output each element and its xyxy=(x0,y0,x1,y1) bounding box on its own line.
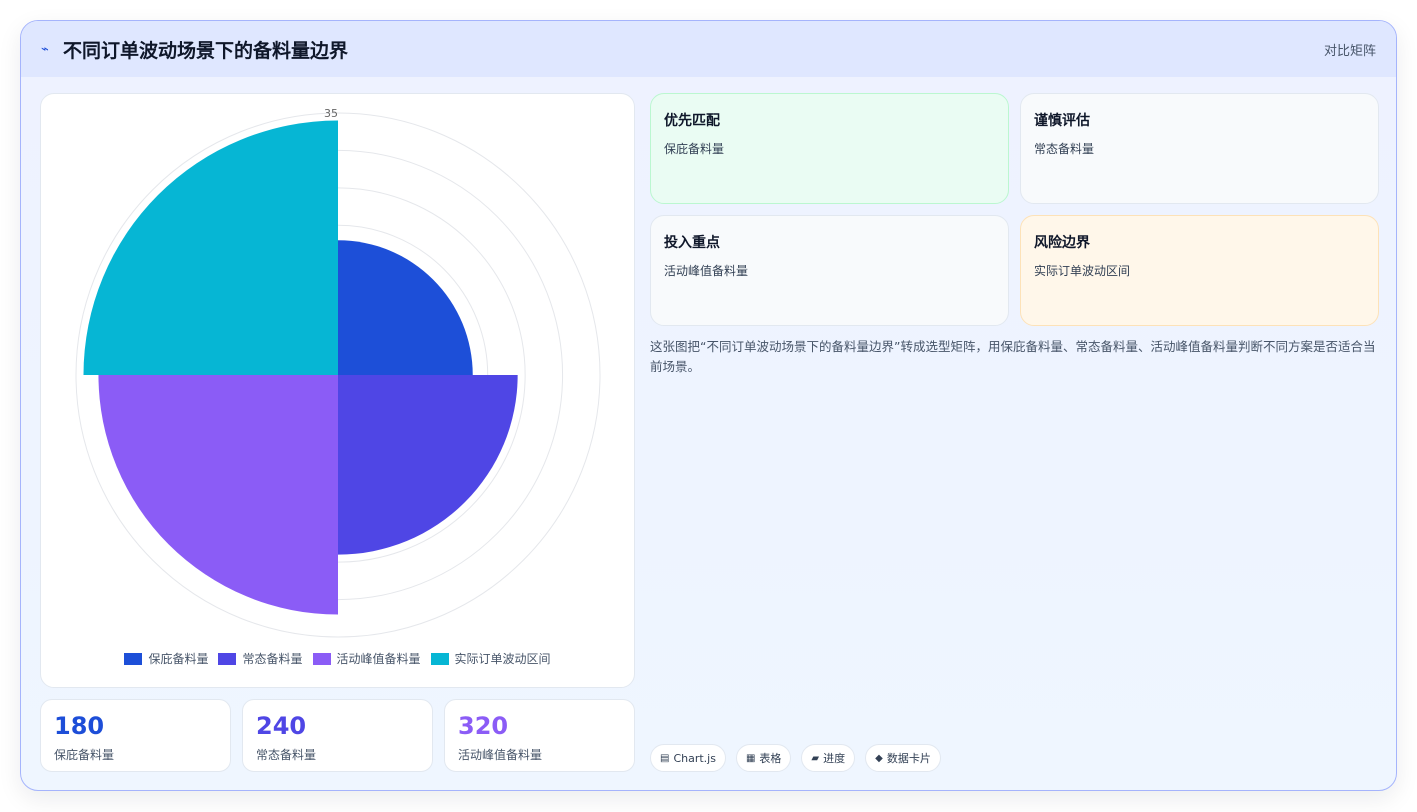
tag-progress[interactable]: ▰ 进度 xyxy=(801,744,856,772)
chart-description: 这张图把“不同订单波动场景下的备料量边界”转成选型矩阵，用保庇备料量、常态备料量… xyxy=(650,339,1376,374)
legend-item[interactable]: 常态备料量 xyxy=(218,650,303,667)
header-title-group: ⌁ 不同订单波动场景下的备料量边界 xyxy=(41,36,348,63)
tile-risk-boundary: 风险边界 实际订单波动区间 xyxy=(1020,215,1379,326)
legend-label: 保庇备料量 xyxy=(148,652,209,666)
stat-label: 保庇备料量 xyxy=(54,748,115,762)
stat-card: 180 保庇备料量 xyxy=(40,699,231,772)
stat-card: 240 常态备料量 xyxy=(242,699,433,772)
legend-label: 活动峰值备料量 xyxy=(336,652,421,666)
legend-swatch xyxy=(430,652,449,665)
r-tick-label: 35 xyxy=(324,107,338,120)
stat-label: 活动峰值备料量 xyxy=(458,748,543,762)
legend-swatch xyxy=(312,652,331,665)
tag-list: ▤ Chart.js ▦ 表格 ▰ 进度 ◆ 数据卡片 xyxy=(650,744,941,772)
tile-subtitle: 常态备料量 xyxy=(1034,142,1095,156)
lightning-icon: ⌁ xyxy=(41,41,49,57)
tile-title: 谨慎评估 xyxy=(1034,113,1090,129)
tile-title: 优先匹配 xyxy=(664,113,720,129)
legend-label: 实际订单波动区间 xyxy=(454,652,551,666)
progress-icon: ▰ xyxy=(811,752,820,764)
tile-title: 投入重点 xyxy=(664,235,720,251)
chart-icon: ▤ xyxy=(660,752,670,764)
tile-investment-focus: 投入重点 活动峰值备料量 xyxy=(650,215,1009,326)
card-icon: ◆ xyxy=(875,752,883,764)
page-title: 不同订单波动场景下的备料量边界 xyxy=(63,39,349,62)
chart-legend: 保庇备料量 常态备料量 活动峰值备料量 实际订单波动区间 xyxy=(41,650,634,667)
polar-slice[interactable] xyxy=(98,375,338,615)
tag-label: 进度 xyxy=(823,752,846,765)
legend-item[interactable]: 实际订单波动区间 xyxy=(430,650,551,667)
stat-card: 320 活动峰值备料量 xyxy=(444,699,635,772)
stat-value: 180 xyxy=(54,712,105,740)
tag-label: 表格 xyxy=(759,752,782,765)
stat-value: 320 xyxy=(458,712,509,740)
tag-label: 数据卡片 xyxy=(886,752,931,765)
tag-chartjs[interactable]: ▤ Chart.js xyxy=(650,744,726,772)
matrix-card: ⌁ 不同订单波动场景下的备料量边界 对比矩阵 35302520 保庇备料量 常态… xyxy=(20,20,1397,791)
polar-slice[interactable] xyxy=(338,240,473,375)
polar-slice[interactable] xyxy=(338,375,518,555)
tile-priority-match: 优先匹配 保庇备料量 xyxy=(650,93,1009,204)
tile-subtitle: 活动峰值备料量 xyxy=(664,264,749,278)
tag-table[interactable]: ▦ 表格 xyxy=(735,744,792,772)
table-icon: ▦ xyxy=(745,752,756,764)
legend-label: 常态备料量 xyxy=(242,652,303,666)
polar-area-chart: 35302520 xyxy=(75,107,601,638)
legend-swatch xyxy=(218,652,237,665)
header-right-label[interactable]: 对比矩阵 xyxy=(1324,40,1376,59)
legend-item[interactable]: 活动峰值备料量 xyxy=(312,650,421,667)
tile-title: 风险边界 xyxy=(1034,235,1090,251)
legend-item[interactable]: 保庇备料量 xyxy=(124,650,208,667)
tag-label: Chart.js xyxy=(673,751,716,765)
tile-careful-eval: 谨慎评估 常态备料量 xyxy=(1020,93,1379,204)
card-header: ⌁ 不同订单波动场景下的备料量边界 对比矩阵 xyxy=(21,21,1396,77)
polar-slice[interactable] xyxy=(83,120,338,375)
stat-value: 240 xyxy=(256,712,307,740)
chart-panel: 35302520 保庇备料量 常态备料量 活动峰值备料量 实际订单波动区间 xyxy=(40,93,635,688)
tag-data-card[interactable]: ◆ 数据卡片 xyxy=(865,744,941,772)
legend-swatch xyxy=(124,652,143,665)
tile-subtitle: 保庇备料量 xyxy=(664,142,725,156)
stat-label: 常态备料量 xyxy=(256,748,317,762)
tile-subtitle: 实际订单波动区间 xyxy=(1034,264,1131,278)
